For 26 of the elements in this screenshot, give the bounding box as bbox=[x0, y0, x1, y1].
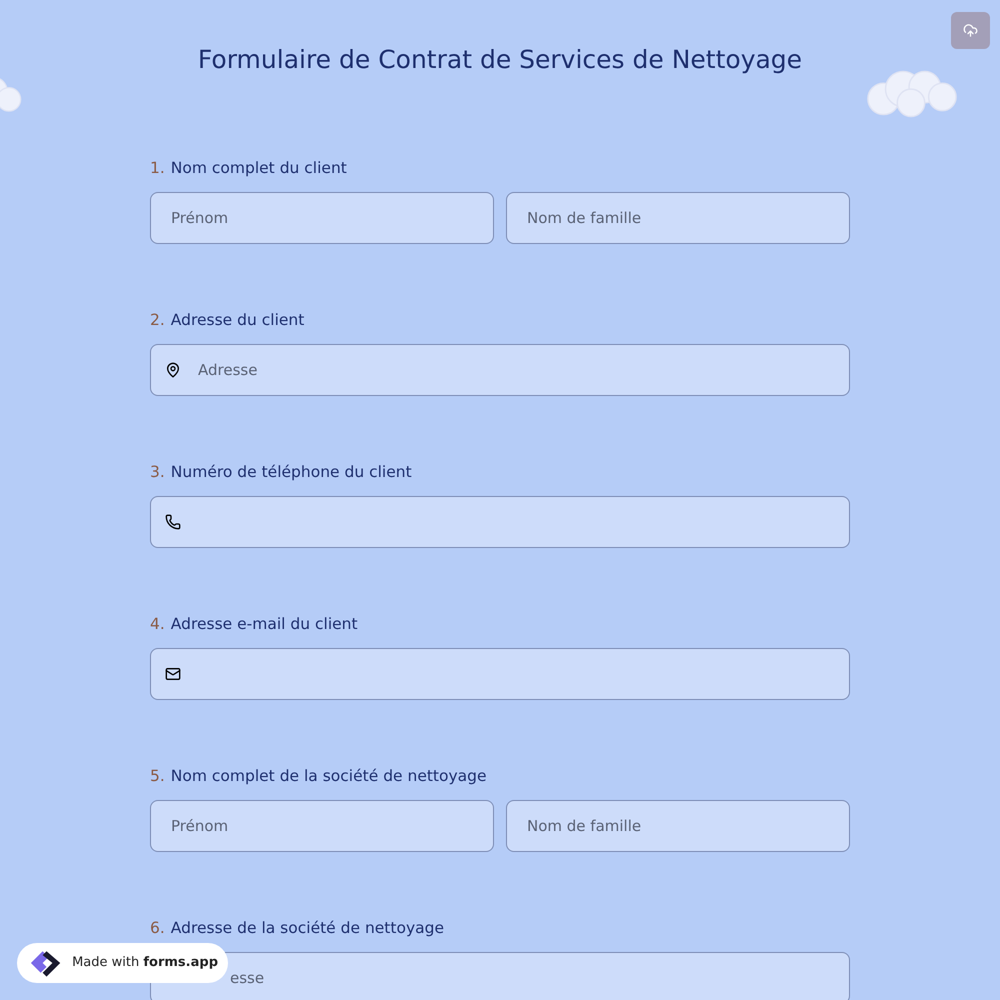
input-field[interactable]: Prénom bbox=[150, 800, 494, 852]
question-label: Adresse du client bbox=[170, 310, 304, 331]
question-number: 3. bbox=[150, 462, 165, 483]
input-field[interactable]: Adresse bbox=[150, 344, 850, 396]
input-field[interactable]: Prénom bbox=[150, 192, 494, 244]
question-number: 6. bbox=[150, 918, 165, 939]
question-number: 1. bbox=[150, 158, 165, 179]
question-number: 5. bbox=[150, 766, 165, 787]
location-pin-icon bbox=[165, 362, 181, 378]
input-field[interactable] bbox=[150, 496, 850, 548]
input-field[interactable]: Nom de famille bbox=[506, 800, 850, 852]
upload-button[interactable] bbox=[951, 12, 990, 49]
question-label: Nom complet du client bbox=[170, 158, 347, 179]
question-number: 2. bbox=[150, 310, 165, 331]
made-with-badge[interactable]: Made with forms.app bbox=[17, 943, 228, 983]
question-label: Nom complet de la société de nettoyage bbox=[170, 766, 487, 787]
form-title: Formulaire de Contrat de Services de Nettoyage bbox=[198, 44, 802, 76]
mail-icon bbox=[165, 666, 181, 682]
question-label: Adresse de la société de nettoyage bbox=[170, 918, 444, 939]
question-label: Adresse e-mail du client bbox=[170, 614, 358, 635]
input-field[interactable]: Nom de famille bbox=[506, 192, 850, 244]
question-label: Numéro de téléphone du client bbox=[170, 462, 412, 483]
question-number: 4. bbox=[150, 614, 165, 635]
input-field[interactable] bbox=[150, 648, 850, 700]
phone-icon bbox=[165, 514, 181, 530]
upload-icon bbox=[963, 23, 978, 38]
